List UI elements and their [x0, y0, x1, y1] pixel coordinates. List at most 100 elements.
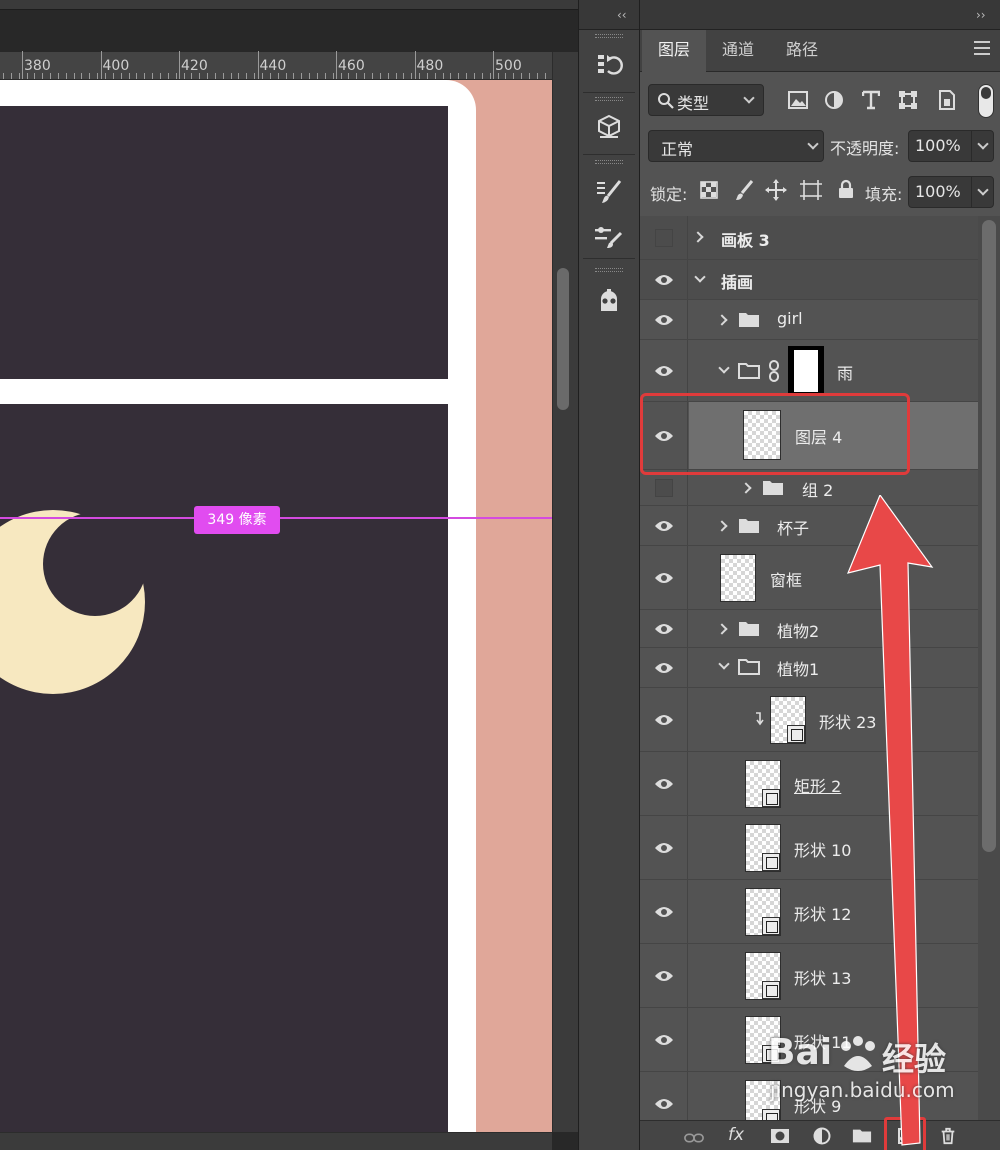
lock-transparent-pixels-icon[interactable]: [700, 181, 718, 199]
eye-icon[interactable]: [654, 970, 674, 982]
ruler-minor-tick: [223, 73, 224, 79]
tab-layers[interactable]: 图层: [642, 30, 706, 73]
lock-position-icon[interactable]: [765, 179, 787, 201]
layer-thumbnail[interactable]: [745, 760, 781, 808]
tab-channels[interactable]: 通道: [706, 30, 770, 72]
vertical-scrollbar-thumb[interactable]: [557, 268, 569, 410]
eye-icon[interactable]: [654, 520, 674, 532]
layer-thumbnail[interactable]: [743, 410, 781, 460]
ruler-minor-tick: [27, 73, 28, 79]
eye-icon[interactable]: [654, 1098, 674, 1110]
pixel-filter-icon[interactable]: [788, 91, 808, 109]
chevron-down-icon[interactable]: [694, 271, 706, 283]
layer-thumbnail[interactable]: [720, 554, 756, 602]
eye-icon[interactable]: [654, 365, 674, 377]
visibility-toggle-off[interactable]: [655, 479, 673, 497]
layer-row-shape-23[interactable]: 形状 23: [640, 688, 978, 752]
eye-icon[interactable]: [654, 906, 674, 918]
link-icon[interactable]: [768, 360, 780, 382]
filter-kind-dropdown[interactable]: 类型: [648, 84, 764, 116]
layer-row-window-frame[interactable]: 窗框: [640, 546, 978, 610]
opacity-input[interactable]: 100%: [908, 130, 994, 162]
layer-row-shape-12[interactable]: 形状 12: [640, 880, 978, 944]
layer-row-cup[interactable]: 杯子: [640, 506, 978, 546]
collapse-dock-icon[interactable]: ‹‹: [617, 8, 627, 22]
layer-thumbnail[interactable]: [745, 888, 781, 936]
eye-icon[interactable]: [654, 842, 674, 854]
smart-object-filter-icon[interactable]: [938, 89, 956, 111]
eye-icon[interactable]: [654, 314, 674, 326]
layer-thumbnail[interactable]: [770, 696, 806, 744]
adjustment-layer-icon[interactable]: [812, 1127, 832, 1145]
chevron-down-icon[interactable]: [977, 184, 989, 196]
lock-artboard-icon[interactable]: [800, 180, 822, 200]
layer-row-layer-4[interactable]: 图层 4: [640, 402, 978, 470]
blend-mode-dropdown[interactable]: 正常: [648, 130, 824, 162]
eye-icon[interactable]: [654, 778, 674, 790]
eye-icon[interactable]: [654, 1034, 674, 1046]
horizontal-scrollbar[interactable]: [0, 1132, 552, 1150]
layer-thumbnail[interactable]: [745, 824, 781, 872]
lock-image-pixels-icon[interactable]: [734, 179, 754, 201]
chevron-right-icon[interactable]: [716, 314, 728, 326]
dock-grip[interactable]: [595, 268, 623, 272]
dock-grip[interactable]: [595, 160, 623, 164]
chevron-down-icon[interactable]: [718, 362, 730, 374]
brushes-icon[interactable]: [579, 210, 639, 264]
new-group-icon[interactable]: [852, 1127, 872, 1145]
ruler-minor-tick: [58, 73, 59, 79]
eye-icon[interactable]: [654, 623, 674, 635]
layer-mask-thumbnail[interactable]: [788, 346, 824, 396]
adjustment-filter-icon[interactable]: [824, 90, 844, 110]
layer-row-shape-9[interactable]: 形状 9: [640, 1072, 978, 1120]
visibility-toggle-off[interactable]: [655, 229, 673, 247]
collapse-panel-icon[interactable]: ››: [976, 8, 986, 22]
add-mask-icon[interactable]: [770, 1127, 790, 1145]
eye-icon[interactable]: [654, 430, 674, 442]
layer-row-rectangle-2[interactable]: 矩形 2: [640, 752, 978, 816]
link-layers-icon[interactable]: [684, 1129, 704, 1147]
horizontal-ruler[interactable]: 380 400 420 440 460 480 500: [0, 51, 552, 80]
panel-menu-icon[interactable]: [974, 41, 990, 55]
layer-thumbnail[interactable]: [745, 1016, 781, 1064]
filter-toggle[interactable]: [978, 84, 994, 118]
ruler-minor-tick: [293, 73, 294, 79]
layer-thumbnail[interactable]: [745, 1080, 781, 1120]
layer-thumbnail[interactable]: [745, 952, 781, 1000]
chevron-right-icon[interactable]: [716, 520, 728, 532]
history-icon[interactable]: [579, 38, 639, 92]
shape-filter-icon[interactable]: [898, 90, 918, 110]
3d-icon[interactable]: [579, 100, 639, 154]
chevron-right-icon[interactable]: [716, 623, 728, 635]
ruler-minor-tick: [301, 73, 302, 79]
artwork[interactable]: 349 像素: [0, 80, 552, 1132]
fill-input[interactable]: 100%: [908, 176, 994, 208]
type-filter-icon[interactable]: [862, 90, 880, 110]
layer-row-shape-11[interactable]: 形状 11: [640, 1008, 978, 1072]
chevron-right-icon[interactable]: [692, 231, 704, 243]
eye-icon[interactable]: [654, 572, 674, 584]
layer-row-plant-2[interactable]: 植物2: [640, 610, 978, 648]
layer-row-girl[interactable]: girl: [640, 300, 978, 340]
chevron-down-icon[interactable]: [718, 658, 730, 670]
layer-row-plant-1[interactable]: 植物1: [640, 648, 978, 688]
layers-panel: ›› 图层 通道 路径 类型 正常 不透明度: 100% 锁定: 填充: 100…: [640, 0, 1000, 1150]
tab-paths[interactable]: 路径: [770, 30, 834, 72]
layers-scrollbar-thumb[interactable]: [982, 220, 996, 852]
layer-row-artboard-illustration[interactable]: 插画: [640, 260, 978, 300]
lock-all-icon[interactable]: [837, 179, 855, 199]
eye-icon[interactable]: [654, 714, 674, 726]
layer-row-shape-10[interactable]: 形状 10: [640, 816, 978, 880]
chevron-right-icon[interactable]: [740, 482, 752, 494]
layer-row-artboard-3[interactable]: 画板 3: [640, 216, 978, 260]
layer-row-shape-13[interactable]: 形状 13: [640, 944, 978, 1008]
layer-row-rain[interactable]: 雨: [640, 340, 978, 402]
delete-layer-icon[interactable]: [938, 1127, 958, 1145]
vertical-scrollbar[interactable]: [552, 52, 578, 1132]
clone-source-icon[interactable]: [579, 274, 639, 328]
fx-icon[interactable]: fx: [728, 1125, 744, 1145]
eye-icon[interactable]: [654, 662, 674, 674]
layer-row-group-2[interactable]: 组 2: [640, 470, 978, 506]
eye-icon[interactable]: [654, 274, 674, 286]
chevron-down-icon[interactable]: [977, 138, 989, 150]
